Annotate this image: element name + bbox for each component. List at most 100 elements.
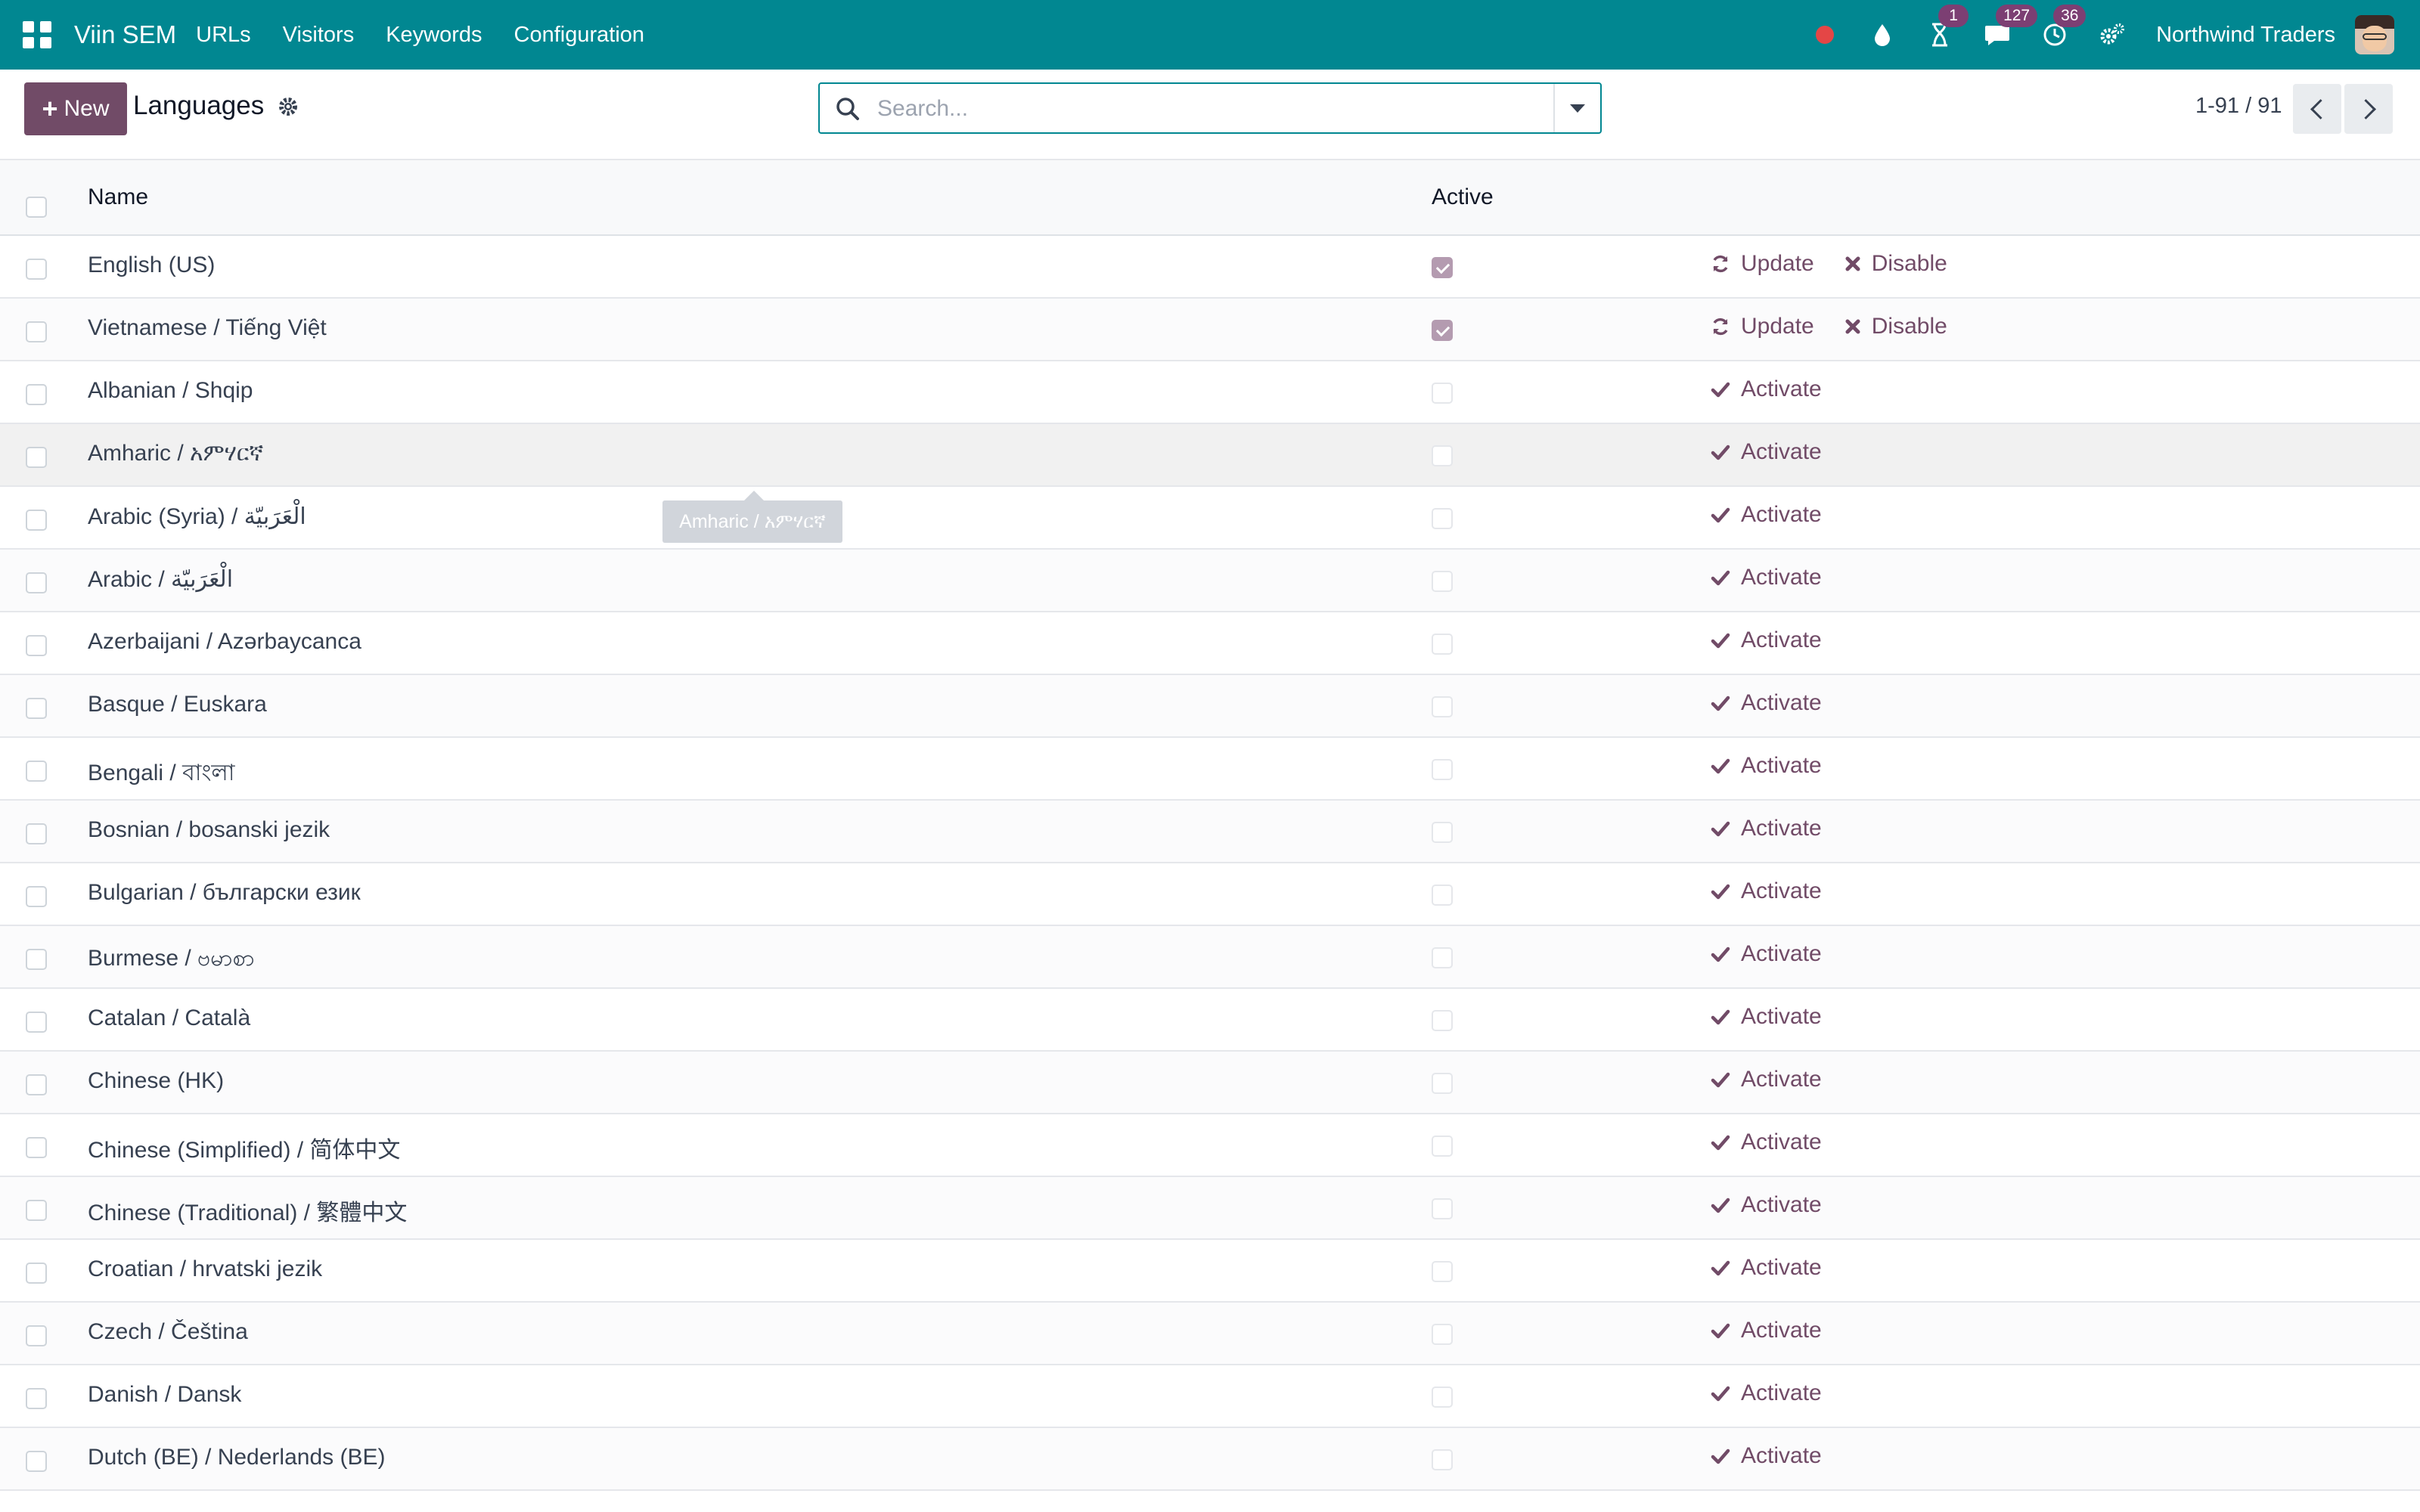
- row-select-checkbox[interactable]: [26, 572, 47, 593]
- row-select-checkbox[interactable]: [26, 447, 47, 468]
- row-select-checkbox[interactable]: [26, 761, 47, 782]
- table-row[interactable]: Bulgarian / български език Activate: [0, 863, 2420, 926]
- menu-keywords[interactable]: Keywords: [386, 23, 482, 48]
- activate-button[interactable]: Activate: [1711, 878, 1822, 904]
- gear-icon[interactable]: [277, 95, 299, 118]
- activate-button[interactable]: Activate: [1711, 1129, 1822, 1155]
- menu-visitors[interactable]: Visitors: [283, 23, 355, 48]
- activate-button[interactable]: Activate: [1711, 1318, 1822, 1343]
- table-row[interactable]: Chinese (Simplified) / 简体中文 Activate: [0, 1114, 2420, 1177]
- pager-value[interactable]: 1-91 / 91: [2195, 94, 2282, 119]
- language-name[interactable]: Czech / Čeština: [88, 1319, 248, 1345]
- activate-button[interactable]: Activate: [1711, 941, 1822, 967]
- table-row[interactable]: Arabic (Syria) / الْعَرَبيّة Activate: [0, 487, 2420, 550]
- table-row[interactable]: Czech / Čeština Activate: [0, 1303, 2420, 1365]
- disable-button[interactable]: Disable: [1844, 314, 1947, 339]
- activate-button[interactable]: Activate: [1711, 1067, 1822, 1092]
- table-row[interactable]: Vietnamese / Tiếng Việt Update Disable: [0, 299, 2420, 361]
- activate-button[interactable]: Activate: [1711, 1380, 1822, 1406]
- language-name[interactable]: Chinese (Simplified) / 简体中文: [88, 1131, 400, 1164]
- activate-button[interactable]: Activate: [1711, 376, 1822, 402]
- updates-clock-icon[interactable]: 36: [2041, 5, 2086, 48]
- company-switcher[interactable]: Northwind Traders: [2156, 23, 2335, 48]
- disable-button[interactable]: Disable: [1844, 251, 1947, 277]
- language-name[interactable]: Chinese (Traditional) / 繁體中文: [88, 1194, 407, 1227]
- language-name[interactable]: Amharic / አምሃርኛ: [88, 441, 263, 466]
- language-name[interactable]: Danish / Dansk: [88, 1382, 241, 1408]
- language-name[interactable]: Catalan / Català: [88, 1005, 250, 1031]
- activate-button[interactable]: Activate: [1711, 502, 1822, 528]
- activity-hourglass-icon[interactable]: 1: [1926, 5, 1969, 48]
- column-header-active[interactable]: Active: [1432, 184, 1494, 210]
- activate-button[interactable]: Activate: [1711, 1192, 1822, 1218]
- language-name[interactable]: Albanian / Shqip: [88, 378, 253, 404]
- search-input[interactable]: [876, 91, 1529, 126]
- language-name[interactable]: Basque / Euskara: [88, 692, 267, 717]
- table-row[interactable]: Albanian / Shqip Activate: [0, 361, 2420, 424]
- menu-urls[interactable]: URLs: [196, 23, 251, 48]
- row-select-checkbox[interactable]: [26, 949, 47, 970]
- pager-previous-button[interactable]: [2293, 84, 2341, 134]
- language-name[interactable]: Bosnian / bosanski jezik: [88, 817, 330, 843]
- activate-button[interactable]: Activate: [1711, 1255, 1822, 1281]
- settings-gears-icon[interactable]: [2099, 21, 2126, 48]
- table-row[interactable]: Dutch (BE) / Nederlands (BE) Activate: [0, 1428, 2420, 1491]
- row-select-checkbox[interactable]: [26, 1451, 47, 1472]
- row-select-checkbox[interactable]: [26, 635, 47, 656]
- language-name[interactable]: Burmese / ဗမာစာ: [88, 943, 255, 977]
- language-name[interactable]: Bengali / বাংলা: [88, 754, 234, 793]
- table-row[interactable]: Azerbaijani / Azərbaycanca Activate: [0, 612, 2420, 675]
- language-name[interactable]: Vietnamese / Tiếng Việt: [88, 315, 327, 341]
- new-button[interactable]: + New: [24, 82, 127, 135]
- row-select-checkbox[interactable]: [26, 1200, 47, 1221]
- app-menu-icon[interactable]: [21, 18, 54, 51]
- table-row[interactable]: Chinese (HK) Activate: [0, 1052, 2420, 1114]
- row-select-checkbox[interactable]: [26, 1137, 47, 1158]
- row-select-checkbox[interactable]: [26, 259, 47, 280]
- language-name[interactable]: Bulgarian / български език: [88, 880, 361, 906]
- language-name[interactable]: Croatian / hrvatski jezik: [88, 1256, 322, 1282]
- table-row[interactable]: Catalan / Català Activate: [0, 989, 2420, 1052]
- activate-button[interactable]: Activate: [1711, 565, 1822, 590]
- search-options-toggle[interactable]: [1553, 84, 1600, 132]
- row-select-checkbox[interactable]: [26, 321, 47, 342]
- activate-button[interactable]: Activate: [1711, 627, 1822, 653]
- table-row[interactable]: Amharic / አምሃርኛ Activate: [0, 424, 2420, 487]
- table-row[interactable]: Danish / Dansk Activate: [0, 1365, 2420, 1428]
- table-row[interactable]: Chinese (Traditional) / 繁體中文 Activate: [0, 1177, 2420, 1240]
- menu-configuration[interactable]: Configuration: [514, 23, 645, 48]
- pager-next-button[interactable]: [2344, 84, 2393, 134]
- table-row[interactable]: Arabic / الْعَرَبيّة Activate: [0, 550, 2420, 612]
- record-icon[interactable]: [1811, 21, 1838, 48]
- language-name[interactable]: Dutch (BE) / Nederlands (BE): [88, 1445, 385, 1470]
- row-select-checkbox[interactable]: [26, 1074, 47, 1095]
- page-title[interactable]: Languages: [133, 91, 264, 121]
- row-select-checkbox[interactable]: [26, 1263, 47, 1284]
- column-header-name[interactable]: Name: [88, 184, 148, 210]
- table-row[interactable]: Burmese / ဗမာစာ Activate: [0, 926, 2420, 989]
- update-button[interactable]: Update: [1711, 251, 1814, 277]
- row-select-checkbox[interactable]: [26, 886, 47, 907]
- select-all-checkbox[interactable]: [26, 197, 47, 218]
- droplet-icon[interactable]: [1869, 21, 1896, 48]
- table-row[interactable]: Basque / Euskara Activate: [0, 675, 2420, 738]
- user-avatar[interactable]: [2355, 15, 2394, 54]
- row-select-checkbox[interactable]: [26, 1325, 47, 1346]
- activate-button[interactable]: Activate: [1711, 816, 1822, 841]
- activate-button[interactable]: Activate: [1711, 753, 1822, 779]
- language-name[interactable]: Arabic (Syria) / الْعَرَبيّة: [88, 503, 306, 530]
- messages-icon[interactable]: 127: [1984, 5, 2038, 48]
- row-select-checkbox[interactable]: [26, 823, 47, 844]
- row-select-checkbox[interactable]: [26, 698, 47, 719]
- activate-button[interactable]: Activate: [1711, 439, 1822, 465]
- table-row[interactable]: Bengali / বাংলা Activate: [0, 738, 2420, 801]
- table-row[interactable]: Bosnian / bosanski jezik Activate: [0, 801, 2420, 863]
- language-name[interactable]: English (US): [88, 253, 215, 278]
- language-name[interactable]: Azerbaijani / Azərbaycanca: [88, 629, 361, 655]
- activate-button[interactable]: Activate: [1711, 1443, 1822, 1469]
- row-select-checkbox[interactable]: [26, 1388, 47, 1409]
- language-name[interactable]: Arabic / الْعَرَبيّة: [88, 566, 233, 593]
- app-brand[interactable]: Viin SEM: [74, 20, 176, 49]
- update-button[interactable]: Update: [1711, 314, 1814, 339]
- table-row[interactable]: Croatian / hrvatski jezik Activate: [0, 1240, 2420, 1303]
